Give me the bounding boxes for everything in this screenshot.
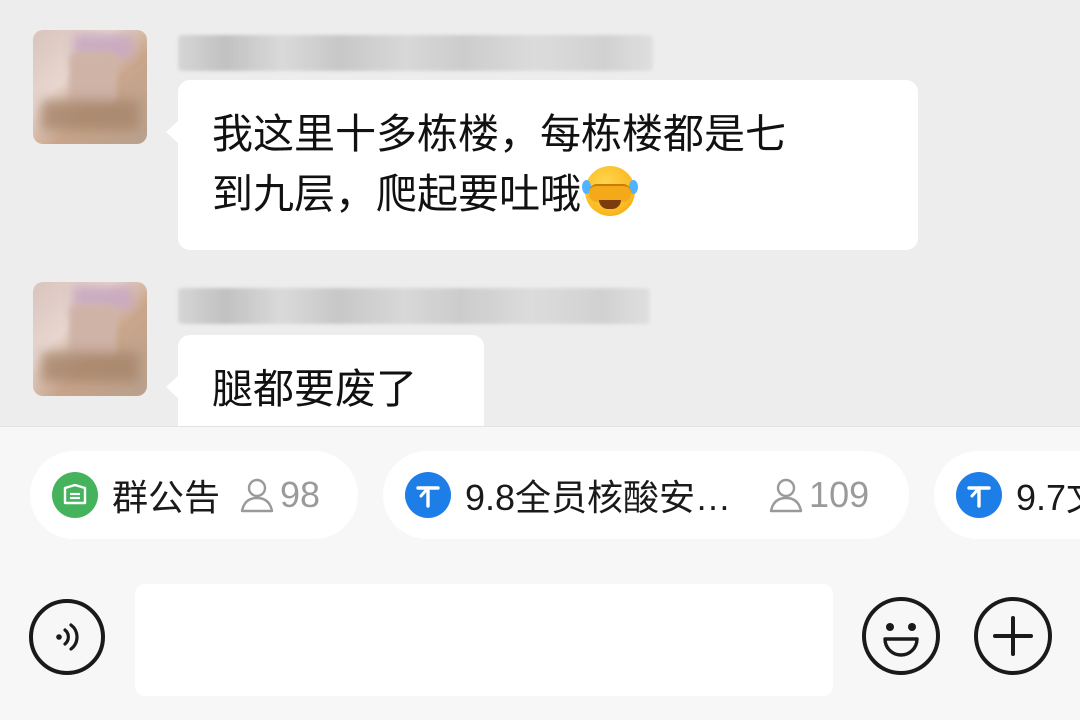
announcement-icon	[52, 472, 98, 518]
pin-icon	[405, 472, 451, 518]
person-icon	[240, 478, 274, 513]
read-count: 109	[767, 474, 869, 516]
notice-title: 群公告	[112, 477, 221, 518]
voice-icon	[56, 623, 79, 651]
message-text-line: 腿都要废了	[212, 365, 417, 413]
emoji-button[interactable]	[862, 597, 940, 675]
avatar[interactable]	[33, 282, 147, 396]
notice-chip-pinned-partial[interactable]: 9.7文	[934, 451, 1080, 539]
bottom-panel: 群公告 98 9.8全员核酸安… 109 9.7	[0, 426, 1080, 720]
message-input[interactable]	[135, 584, 833, 696]
message-bubble[interactable]: 腿都要废了	[166, 335, 484, 426]
voice-input-button[interactable]	[29, 599, 105, 675]
sender-name-blurred	[178, 288, 650, 324]
notice-chip-pinned[interactable]: 9.8全员核酸安… 109	[383, 451, 909, 539]
message-bubble[interactable]: 我这里十多栋楼，每栋楼都是七 到九层，爬起要吐哦	[166, 80, 918, 250]
person-icon	[769, 478, 803, 513]
sender-name-blurred	[178, 35, 653, 71]
more-actions-button[interactable]	[974, 597, 1052, 675]
avatar[interactable]	[33, 30, 147, 144]
message-text-line: 我这里十多栋楼，每栋楼都是七	[212, 110, 786, 158]
face-with-tears-of-joy-hand-icon	[582, 166, 638, 216]
chat-message-area[interactable]: 我这里十多栋楼，每栋楼都是七 到九层，爬起要吐哦 腿都要废了	[0, 0, 1080, 426]
smiley-icon	[883, 623, 919, 657]
notice-title: 9.7文	[1016, 477, 1080, 518]
notice-chip-announcement[interactable]: 群公告 98	[30, 451, 358, 539]
pin-icon	[956, 472, 1002, 518]
plus-icon	[993, 616, 1033, 656]
message-text-line: 到九层，爬起要吐哦	[212, 164, 884, 224]
read-count: 98	[238, 474, 320, 516]
notice-title: 9.8全员核酸安…	[465, 477, 732, 518]
